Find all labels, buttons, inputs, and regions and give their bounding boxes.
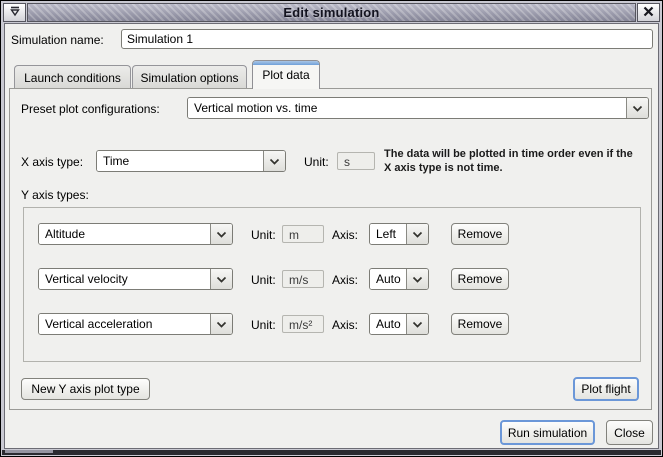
x-axis-unit-label: Unit: [304,155,329,169]
tab-label: Simulation options [140,71,238,85]
simulation-name-label: Simulation name: [11,33,104,47]
axis-side-select-1[interactable]: Left [369,223,429,245]
window-menu-button[interactable] [3,3,26,22]
axis-label: Axis: [332,318,358,332]
close-window-button[interactable] [637,3,660,22]
window-menu-icon [9,6,21,20]
unit-label: Unit: [251,273,276,287]
resize-grip[interactable] [5,450,53,453]
y-axis-type-select-2[interactable]: Vertical velocity [38,268,233,290]
remove-button-3[interactable]: Remove [451,313,509,335]
new-y-axis-plot-type-button[interactable]: New Y axis plot type [21,378,150,400]
chevron-down-icon [263,151,285,171]
tab-label: Plot data [262,68,309,82]
unit-value-3: m/s² [282,315,324,333]
chevron-down-icon [406,224,428,244]
close-button[interactable]: Close [606,420,653,445]
unit-label: Unit: [251,228,276,242]
edit-simulation-dialog: Edit simulation Simulation name: Simulat… [0,0,663,457]
chevron-down-icon [210,224,232,244]
axis-label: Axis: [332,273,358,287]
run-simulation-button[interactable]: Run simulation [500,420,595,445]
time-order-note: The data will be plotted in time order e… [384,147,638,175]
window-bottom-frame [2,450,661,455]
tab-plot-data[interactable]: Plot data [252,60,320,89]
preset-configurations-label: Preset plot configurations: [21,102,160,116]
title-bar: Edit simulation [3,3,660,22]
title-bar-stripe: Edit simulation [27,3,636,22]
unit-value-2: m/s [282,270,324,288]
tab-simulation-options[interactable]: Simulation options [132,65,247,89]
y-axis-types-label: Y axis types: [21,188,89,202]
chevron-down-icon [626,98,648,118]
x-axis-unit-value: s [337,152,375,170]
y-axis-type-select-1[interactable]: Altitude [38,223,233,245]
close-icon [643,6,654,20]
x-axis-type-select[interactable]: Time [96,150,286,172]
unit-label: Unit: [251,318,276,332]
y-axis-type-select-3[interactable]: Vertical acceleration [38,313,233,335]
chevron-down-icon [210,269,232,289]
unit-value-1: m [282,225,324,243]
x-axis-type-label: X axis type: [21,155,83,169]
plot-flight-button[interactable]: Plot flight [573,377,639,401]
preset-configuration-select[interactable]: Vertical motion vs. time [187,97,649,119]
remove-button-1[interactable]: Remove [451,223,509,245]
window-title: Edit simulation [283,5,379,20]
chevron-down-icon [406,269,428,289]
chevron-down-icon [210,314,232,334]
remove-button-2[interactable]: Remove [451,268,509,290]
tab-launch-conditions[interactable]: Launch conditions [14,65,131,89]
chevron-down-icon [406,314,428,334]
axis-side-select-2[interactable]: Auto [369,268,429,290]
tab-label: Launch conditions [24,71,121,85]
simulation-name-input[interactable]: Simulation 1 [121,29,653,49]
axis-side-select-3[interactable]: Auto [369,313,429,335]
axis-label: Axis: [332,228,358,242]
